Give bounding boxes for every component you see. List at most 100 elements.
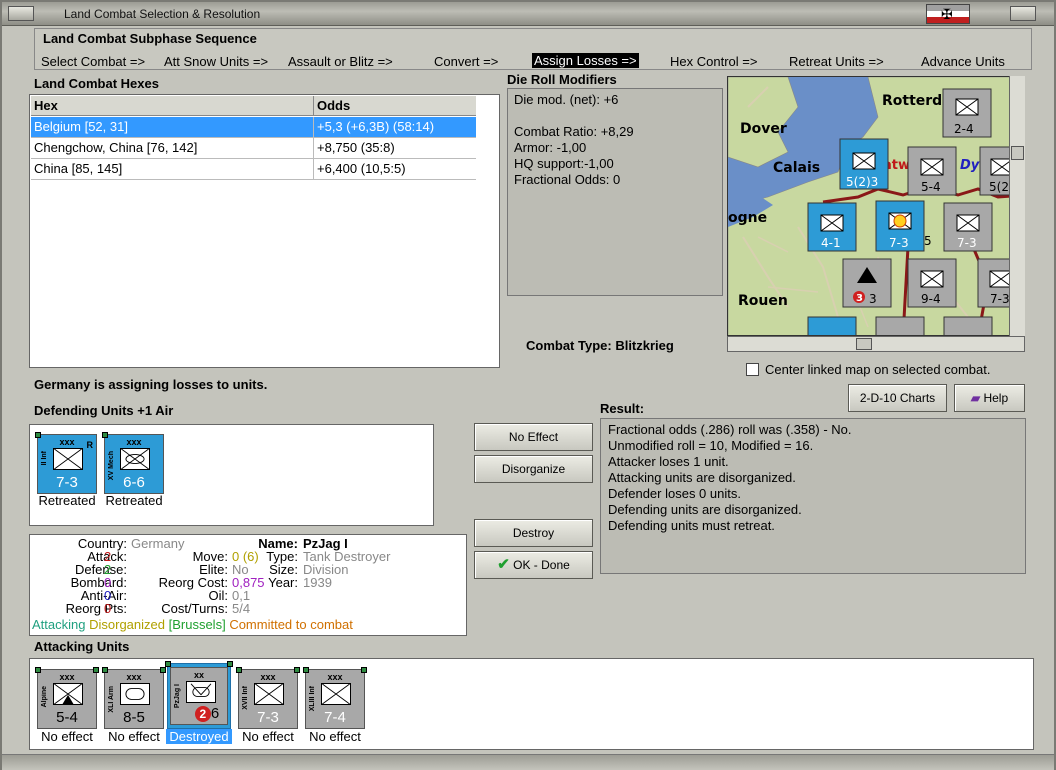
center-map-label: Center linked map on selected combat. xyxy=(765,362,991,377)
loss-badge: 2 xyxy=(194,706,211,722)
defending-unit-counter[interactable]: xxx XV Mech 6-6 xyxy=(102,432,164,494)
infantry-icon xyxy=(53,448,83,470)
unit-id: II Inf xyxy=(41,451,48,466)
center-map-checkbox-row[interactable]: Center linked map on selected combat. xyxy=(746,362,990,377)
map-counter[interactable]: 9-4 xyxy=(907,258,957,308)
result-line: Unmodified roll = 10, Modified = 16. xyxy=(608,438,814,453)
tag-disorganized: Disorganized xyxy=(89,617,165,632)
charts-button[interactable]: 2-D-10 Charts xyxy=(848,384,947,412)
step-select-combat: Select Combat => xyxy=(41,54,146,69)
unit-status: No effect xyxy=(309,729,361,744)
result-line: Attacker loses 1 unit. xyxy=(608,454,729,469)
map-label-dyle: Dy xyxy=(960,158,980,173)
center-map-checkbox[interactable] xyxy=(746,363,759,376)
window-bottom-bar xyxy=(2,754,1054,770)
attacking-unit-counter[interactable]: xxx Alpine 5-4 xyxy=(35,667,99,729)
mountain-infantry-icon xyxy=(53,683,83,705)
map-label-dover: Dover xyxy=(740,121,787,137)
map-vertical-scrollbar[interactable] xyxy=(1009,76,1025,336)
map-counter[interactable]: 2-4 xyxy=(942,88,992,138)
result-line: Defender loses 0 units. xyxy=(608,486,741,501)
attacking-unit-counter-selected[interactable]: xx PzJag I 26 xyxy=(165,661,233,729)
counter-badge: 3 xyxy=(856,293,863,304)
ok-done-button[interactable]: ✔ OK - Done xyxy=(474,551,593,579)
map-counter[interactable]: 5(2)3 xyxy=(839,138,889,190)
map-vscroll-thumb[interactable] xyxy=(1011,146,1024,160)
die-roll-panel: Die mod. (net): +6 Combat Ratio: +8,29 A… xyxy=(507,88,723,296)
tank-destroyer-icon xyxy=(186,681,216,703)
odds-cell: +6,400 (10,5:5) xyxy=(314,159,477,180)
no-effect-button[interactable]: No Effect xyxy=(474,423,593,451)
map-counter[interactable]: 4-1 xyxy=(807,202,857,252)
system-menu-button[interactable] xyxy=(8,6,34,21)
combat-window: Land Combat Selection & Resolution ✠ Lan… xyxy=(0,0,1056,770)
window-control-button[interactable] xyxy=(1010,6,1036,21)
destroy-button[interactable]: Destroy xyxy=(474,519,593,547)
combat-type: Combat Type: Blitzkrieg xyxy=(526,338,674,353)
help-label: Help xyxy=(983,391,1009,405)
linked-map[interactable]: Rotterda Dover Calais ogne Rouen atw Dy … xyxy=(727,76,1025,336)
result-line: Defending units must retreat. xyxy=(608,518,775,533)
infantry-icon xyxy=(321,683,351,705)
counter-strength: 3 xyxy=(869,292,877,306)
attacking-units-panel: xxx Alpine 5-4 No effect xxx XLI Arm 8-5… xyxy=(29,658,1034,750)
counter-strength: 5-4 xyxy=(921,180,941,194)
step-att-snow-units: Att Snow Units => xyxy=(164,54,269,69)
unit-size: xxx xyxy=(126,672,142,682)
unit-status: Destroyed xyxy=(166,729,232,744)
unit-strength: 8-5 xyxy=(123,709,145,726)
combat-ratio: Combat Ratio: +8,29 xyxy=(514,124,634,139)
window-title: Land Combat Selection & Resolution xyxy=(64,7,261,21)
map-counter[interactable]: 5-4 xyxy=(907,146,957,196)
year-label: Year: xyxy=(268,575,298,590)
hexes-label: Land Combat Hexes xyxy=(34,76,159,91)
unit-tags: Attacking Disorganized [Brussels] Commit… xyxy=(32,617,353,632)
map-label-calais: Calais xyxy=(773,160,820,176)
checkmark-icon: ✔ xyxy=(497,556,510,573)
counter-face: xx PzJag I 26 xyxy=(170,667,228,725)
defending-unit-counter[interactable]: xxx II Inf R 7-3 xyxy=(35,432,97,494)
map-counter[interactable]: 33 xyxy=(842,258,892,308)
map-counter[interactable]: 7-3 xyxy=(875,200,925,252)
title-bar[interactable]: Land Combat Selection & Resolution ✠ xyxy=(2,2,1054,26)
unit-strength: 5-4 xyxy=(56,709,78,726)
table-scrollbar[interactable] xyxy=(476,96,498,366)
combat-hexes-table: Hex Odds Belgium [52, 31] +5,3 (+6,3B) (… xyxy=(29,94,500,368)
step-assign-losses: Assign Losses => xyxy=(532,53,639,68)
unit-size: xxx xyxy=(59,672,75,682)
help-button[interactable]: ▰ Help xyxy=(954,384,1025,412)
counter-strength: 7-3 xyxy=(889,236,909,250)
ok-done-label: OK - Done xyxy=(513,558,570,572)
step-retreat-units: Retreat Units => xyxy=(789,54,884,69)
map-counter[interactable]: 7-3 xyxy=(943,202,993,252)
step-advance-units: Advance Units xyxy=(921,54,1005,69)
step-assault-or-blitz: Assault or Blitz => xyxy=(288,54,393,69)
column-header-odds[interactable]: Odds xyxy=(314,96,477,116)
defending-label: Defending Units +1 Air xyxy=(34,403,174,418)
map-canvas: Rotterda Dover Calais ogne Rouen atw Dy … xyxy=(728,77,1024,335)
armor-icon xyxy=(120,683,150,705)
unit-status: Retreated xyxy=(105,493,163,508)
table-row[interactable]: Chengchow, China [76, 142] +8,750 (35:8) xyxy=(31,138,477,159)
unit-strength: 26 xyxy=(179,705,235,722)
attacking-unit-counter[interactable]: xxx XLIII Inf 7-4 xyxy=(303,667,367,729)
result-line: Attacking units are disorganized. xyxy=(608,470,796,485)
unit-detail-panel: Country: Germany Attack: 2 Defense: 2 Bo… xyxy=(29,534,467,636)
unit-size: xx xyxy=(193,670,204,680)
map-horizontal-scrollbar[interactable] xyxy=(727,336,1025,352)
mechanized-icon xyxy=(120,448,150,470)
table-row[interactable]: Belgium [52, 31] +5,3 (+6,3B) (58:14) xyxy=(31,117,477,138)
counter-strength: 7-3 xyxy=(990,292,1010,306)
disorganize-button[interactable]: Disorganize xyxy=(474,455,593,483)
unit-status: No effect xyxy=(108,729,160,744)
counter-strength: 2-4 xyxy=(954,122,974,136)
map-hscroll-thumb[interactable] xyxy=(856,338,872,350)
hex-cell: Chengchow, China [76, 142] xyxy=(31,138,314,159)
attacking-unit-counter[interactable]: xxx XVII Inf 7-3 xyxy=(236,667,300,729)
column-header-hex[interactable]: Hex xyxy=(31,96,314,116)
attacking-unit-counter[interactable]: xxx XLI Arm 8-5 xyxy=(102,667,166,729)
result-line: Defending units are disorganized. xyxy=(608,502,802,517)
hex-cell: China [85, 145] xyxy=(31,159,314,180)
table-row[interactable]: China [85, 145] +6,400 (10,5:5) xyxy=(31,159,477,180)
counter-strength: 5(2)3 xyxy=(846,175,878,189)
